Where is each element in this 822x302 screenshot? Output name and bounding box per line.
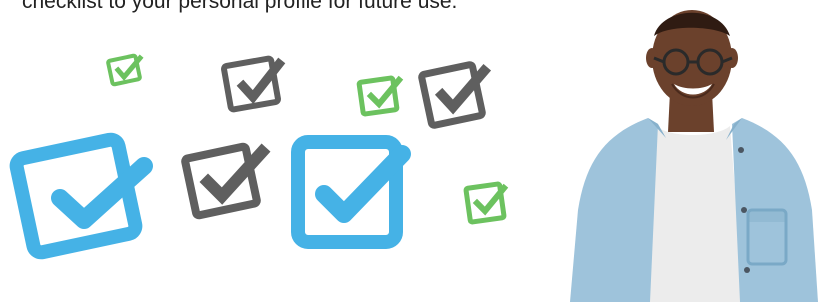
blue-checkbox-icon [9, 128, 160, 260]
gray-checkbox-icon [418, 55, 496, 131]
green-checkbox-icon [462, 178, 510, 226]
intro-text: checklist to your personal profile for f… [22, 0, 458, 13]
gray-checkbox-icon [181, 138, 278, 228]
person-photo [566, 0, 822, 302]
promo-banner: checklist to your personal profile for f… [0, 0, 822, 302]
gray-checkbox-icon [221, 52, 293, 118]
green-checkbox-icon [355, 72, 407, 118]
blue-checkbox-icon [290, 132, 412, 250]
green-checkbox-icon [104, 52, 146, 90]
